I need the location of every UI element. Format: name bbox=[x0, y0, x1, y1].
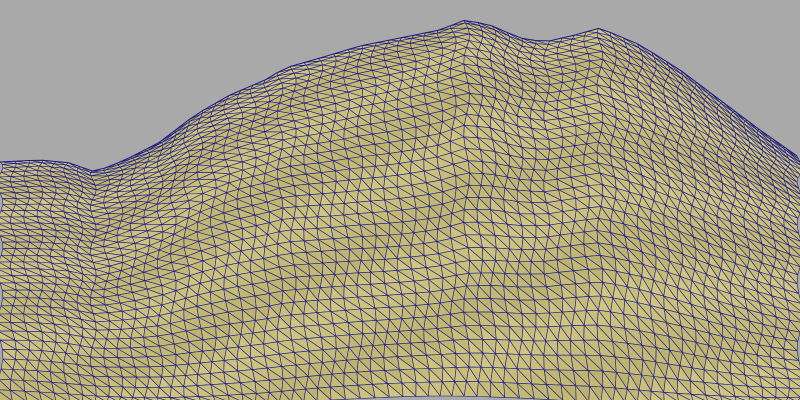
3d-viewport[interactable] bbox=[0, 0, 800, 400]
terrain-wireframe-mesh[interactable] bbox=[0, 0, 800, 400]
